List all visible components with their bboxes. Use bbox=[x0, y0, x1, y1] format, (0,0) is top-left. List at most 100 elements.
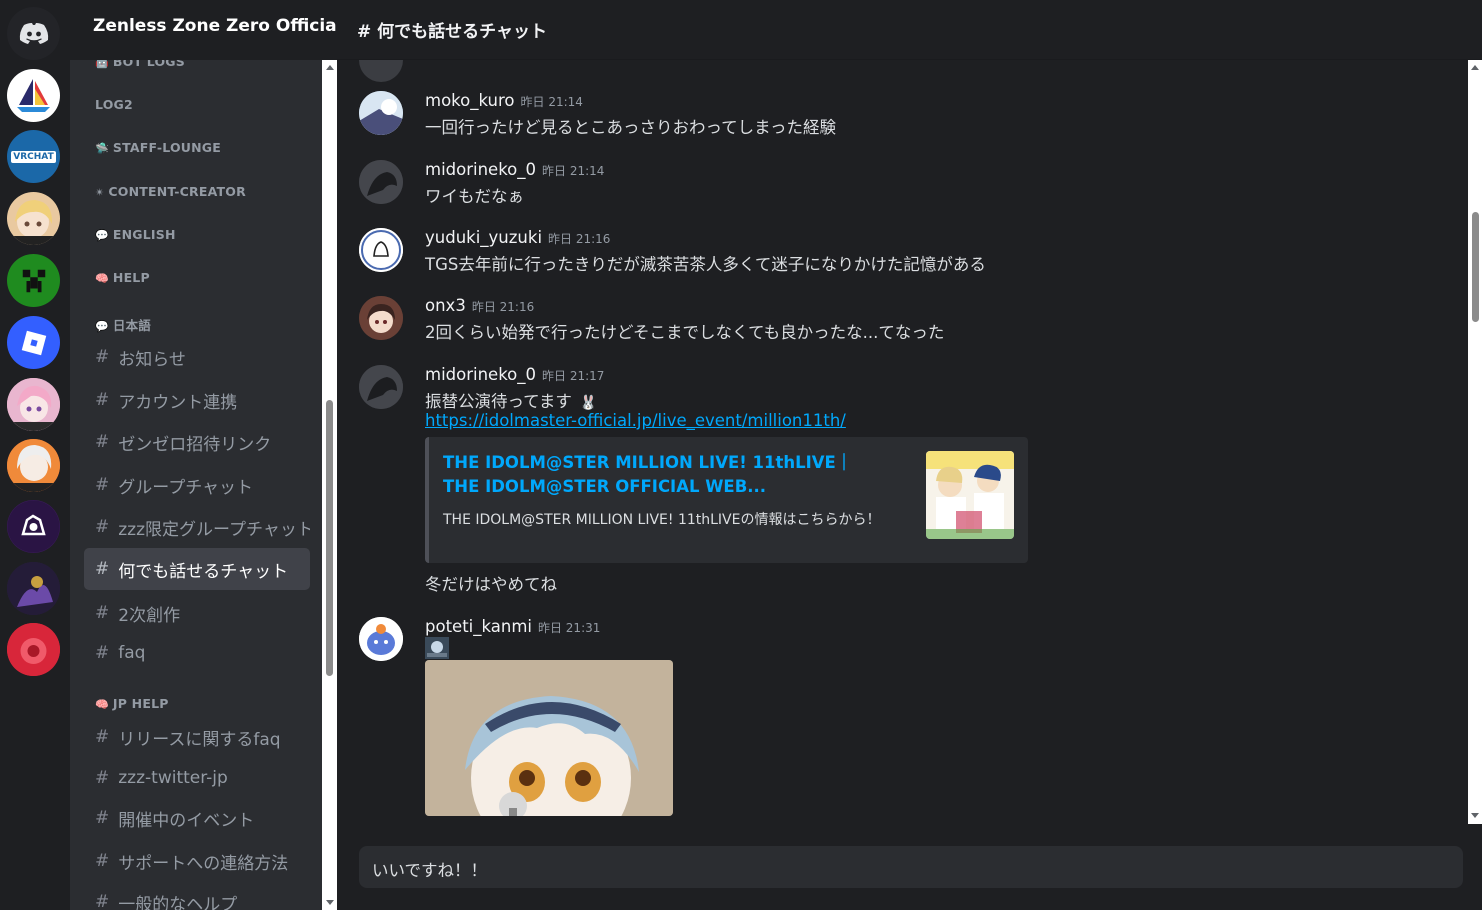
discord-app: VRCHAT Zenless Zone Zero Official 🤖 BOT … bbox=[0, 0, 1482, 910]
embed-description: THE IDOLM@STER MILLION LIVE! 11thLIVEの情報… bbox=[443, 512, 881, 528]
category-bot-logs[interactable]: 🤖 BOT LOGS bbox=[95, 60, 185, 69]
speech-bubble-icon: 💬 bbox=[95, 229, 109, 242]
author-name[interactable]: poteti_kanmi bbox=[425, 617, 532, 636]
message-text: ワイもだなぁ bbox=[425, 187, 524, 206]
channel-support[interactable]: # サポートへの連絡方法 bbox=[84, 840, 310, 882]
category-japanese[interactable]: 💬 日本語 bbox=[95, 315, 151, 334]
avatar[interactable] bbox=[359, 365, 403, 409]
red-circle-server-icon[interactable] bbox=[7, 623, 60, 676]
avatar[interactable] bbox=[359, 160, 403, 204]
embed-link[interactable]: https://idolmaster-official.jp/live_even… bbox=[425, 411, 846, 430]
channel-faq[interactable]: # faq bbox=[84, 632, 310, 674]
sidebar-scrollbar[interactable] bbox=[322, 60, 337, 910]
hash-icon: # bbox=[95, 432, 110, 452]
embed-title[interactable]: THE IDOLM@STER MILLION LIVE! 11thLIVE｜TH… bbox=[443, 451, 883, 499]
hash-icon: # bbox=[95, 808, 110, 828]
message-text: 冬だけはやめてね bbox=[425, 575, 557, 594]
category-help[interactable]: 🧠 HELP bbox=[95, 270, 150, 285]
channel-anything-chat[interactable]: # 何でも話せるチャット bbox=[84, 548, 310, 590]
hash-icon: # bbox=[95, 475, 110, 495]
chat-scroll-thumb[interactable] bbox=[1472, 212, 1479, 322]
category-log2[interactable]: LOG2 bbox=[95, 97, 133, 112]
small-emoji-icon bbox=[425, 637, 449, 659]
hash-icon: # bbox=[95, 768, 110, 788]
channel-account[interactable]: # アカウント連携 bbox=[84, 379, 310, 421]
hash-icon: # bbox=[95, 851, 110, 871]
timestamp: 昨日 21:31 bbox=[537, 621, 601, 635]
channel-zzz-group-chat[interactable]: # zzz限定グループチャット bbox=[84, 506, 310, 548]
timestamp: 昨日 21:14 bbox=[520, 95, 583, 109]
server-header[interactable]: Zenless Zone Zero Official bbox=[70, 0, 342, 60]
category-jp-help[interactable]: 🧠 JP HELP bbox=[95, 696, 169, 711]
avatar[interactable] bbox=[359, 91, 403, 135]
scroll-down-icon[interactable] bbox=[326, 900, 334, 905]
embed-thumbnail[interactable] bbox=[926, 451, 1014, 539]
channel-group-chat[interactable]: # グループチャット bbox=[84, 464, 310, 506]
avatar[interactable] bbox=[359, 228, 403, 272]
roblox-server-icon[interactable] bbox=[7, 316, 60, 369]
vrchat-server-icon[interactable]: VRCHAT bbox=[7, 130, 60, 183]
avatar[interactable] bbox=[359, 296, 403, 340]
hash-icon: # bbox=[95, 517, 110, 537]
author-name[interactable]: yuduki_yuzuki bbox=[425, 228, 542, 247]
chat-area: # 何でも話せるチャット moko_kuro 昨日 21:14 一回行ったけど見る… bbox=[337, 0, 1482, 910]
channel-fanart[interactable]: #2次創作 bbox=[84, 592, 310, 634]
hash-icon: # bbox=[95, 603, 110, 623]
channel-release-faq[interactable]: # リリースに関するfaq bbox=[84, 716, 310, 758]
hash-icon: # bbox=[95, 390, 110, 410]
message-input[interactable]: いいですね！！ bbox=[359, 846, 1463, 888]
author-name[interactable]: midorineko_0 bbox=[425, 160, 536, 179]
sparkle-icon: ✴ bbox=[95, 186, 105, 199]
message-header: midorineko_0 昨日 21:17 bbox=[425, 365, 604, 384]
timestamp: 昨日 21:14 bbox=[542, 164, 605, 178]
author-name[interactable]: midorineko_0 bbox=[425, 365, 536, 384]
hash-icon: # bbox=[95, 727, 110, 747]
chat-header: # 何でも話せるチャット bbox=[337, 0, 1482, 60]
anime-girl-server-icon[interactable] bbox=[7, 378, 60, 431]
avatar[interactable] bbox=[359, 617, 403, 661]
message-header: midorineko_0 昨日 21:14 bbox=[425, 160, 604, 179]
hash-icon: # bbox=[95, 347, 110, 367]
link-embed: THE IDOLM@STER MILLION LIVE! 11thLIVE｜TH… bbox=[425, 437, 1028, 563]
channel-events[interactable]: # 開催中のイベント bbox=[84, 797, 310, 839]
dark-purple-art-server-icon[interactable] bbox=[7, 562, 60, 615]
minecraft-creeper-server-icon[interactable] bbox=[7, 254, 60, 307]
author-name[interactable]: onx3 bbox=[425, 296, 466, 315]
hoyoverse-white-hair-server-icon[interactable] bbox=[7, 439, 60, 492]
hash-icon: # bbox=[95, 559, 110, 579]
message-text: 振替公演待ってます 🐰 bbox=[425, 392, 598, 411]
brain-icon: 🧠 bbox=[95, 272, 109, 285]
avatar[interactable] bbox=[359, 60, 403, 82]
timestamp: 昨日 21:16 bbox=[471, 300, 535, 314]
category-english[interactable]: 💬 ENGLISH bbox=[95, 227, 176, 242]
discord-home-icon[interactable] bbox=[7, 7, 60, 60]
message-text: TGS去年前に行ったきりだが滅茶苦茶人多くて迷子になりかけた記憶がある bbox=[425, 255, 986, 274]
channel-twitter-jp[interactable]: # zzz-twitter-jp bbox=[84, 757, 310, 799]
scroll-up-icon[interactable] bbox=[326, 65, 334, 70]
message-header: poteti_kanmi 昨日 21:31 bbox=[425, 617, 600, 636]
robot-icon: 🤖 bbox=[95, 60, 109, 69]
speech-bubble-icon: 💬 bbox=[95, 320, 109, 333]
sidebar-scroll-thumb[interactable] bbox=[326, 400, 333, 676]
hash-icon: # bbox=[95, 892, 110, 910]
chat-scrollbar[interactable] bbox=[1468, 60, 1482, 824]
scroll-down-icon[interactable] bbox=[1471, 813, 1479, 818]
scroll-up-icon[interactable] bbox=[1471, 65, 1479, 70]
sailboat-server-icon[interactable] bbox=[7, 69, 60, 122]
timestamp: 昨日 21:17 bbox=[542, 369, 605, 383]
image-attachment[interactable] bbox=[425, 660, 673, 816]
hash-icon: # bbox=[95, 643, 110, 663]
message-list: moko_kuro 昨日 21:14 一回行ったけど見るとこあっさりおわってしまっ… bbox=[337, 60, 1468, 824]
author-name[interactable]: moko_kuro bbox=[425, 91, 515, 110]
channel-general-help[interactable]: # 一般的なヘルプ bbox=[84, 881, 310, 910]
category-content-creator[interactable]: ✴ CONTENT-CREATOR bbox=[95, 184, 246, 199]
hoyoverse-character-server-icon[interactable] bbox=[7, 192, 60, 245]
category-staff-lounge[interactable]: 🛸 STAFF-LOUNGE bbox=[95, 140, 221, 155]
channel-title: # 何でも話せるチャット bbox=[357, 22, 547, 42]
channel-oshirase[interactable]: # お知らせ bbox=[84, 336, 310, 378]
purple-logo-server-icon[interactable] bbox=[7, 500, 60, 553]
channel-zenzero-invite[interactable]: # ゼンゼロ招待リンク bbox=[84, 421, 310, 463]
message-text: 一回行ったけど見るとこあっさりおわってしまった経験 bbox=[425, 118, 837, 137]
message-input-text[interactable]: いいですね！！ bbox=[372, 857, 487, 881]
channel-list: 🤖 BOT LOGS LOG2 🛸 STAFF-LOUNGE ✴ CONTENT-CR… bbox=[70, 60, 322, 910]
